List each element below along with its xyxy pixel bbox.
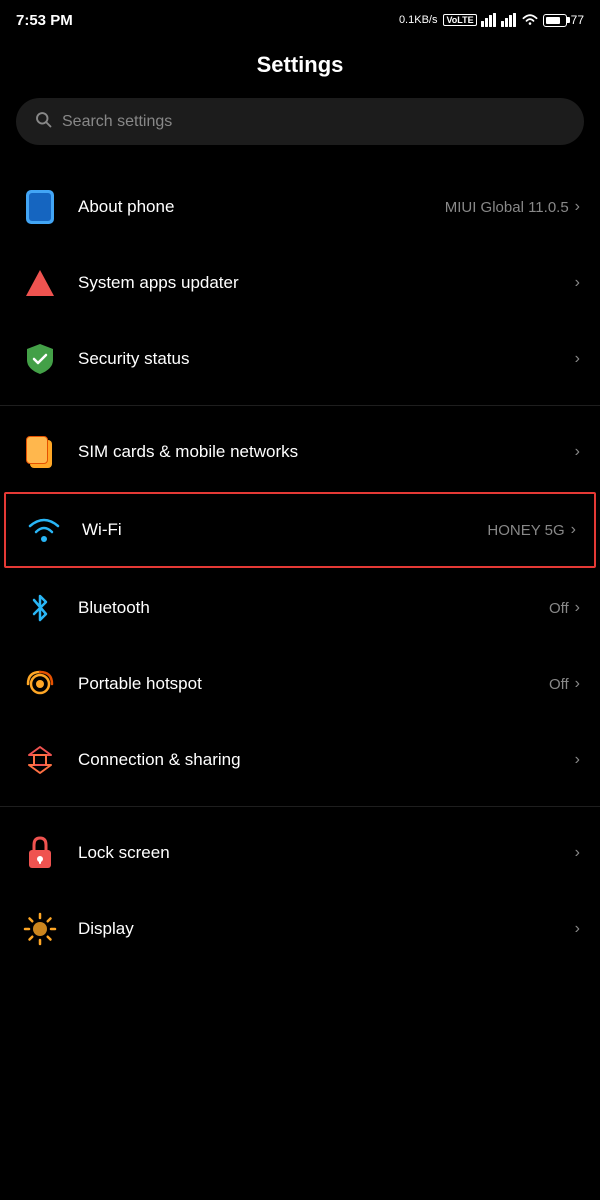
settings-group-connectivity: SIM cards & mobile networks › Wi-Fi HONE… xyxy=(0,414,600,798)
status-icons: 0.1KB/s VoLTE 77 xyxy=(399,13,584,27)
connection-sharing-chevron: › xyxy=(575,751,580,769)
display-icon xyxy=(20,909,60,949)
lock-screen-icon xyxy=(20,833,60,873)
settings-item-display[interactable]: Display › xyxy=(0,891,600,967)
about-phone-label: About phone xyxy=(78,197,174,217)
volte-icon: VoLTE xyxy=(443,14,476,26)
settings-item-bluetooth[interactable]: Bluetooth Off › xyxy=(0,570,600,646)
battery-icon: 77 xyxy=(543,13,584,27)
security-status-label: Security status xyxy=(78,349,190,369)
display-chevron: › xyxy=(575,920,580,938)
settings-item-connection-sharing[interactable]: Connection & sharing › xyxy=(0,722,600,798)
settings-group-personalization: Lock screen › Display › xyxy=(0,815,600,967)
security-status-chevron: › xyxy=(575,350,580,368)
divider-2 xyxy=(0,806,600,807)
sim-cards-icon xyxy=(20,432,60,472)
hotspot-icon xyxy=(20,664,60,704)
lock-screen-label: Lock screen xyxy=(78,843,170,863)
wifi-chevron: › xyxy=(571,521,576,539)
lock-screen-chevron: › xyxy=(575,844,580,862)
connection-sharing-icon xyxy=(20,740,60,780)
search-bar[interactable]: Search settings xyxy=(16,98,584,145)
battery-percent: 77 xyxy=(571,13,584,27)
settings-group-system: About phone MIUI Global 11.0.5 › System … xyxy=(0,169,600,397)
settings-item-about-phone[interactable]: About phone MIUI Global 11.0.5 › xyxy=(0,169,600,245)
page-title: Settings xyxy=(0,36,600,98)
system-apps-label: System apps updater xyxy=(78,273,239,293)
system-apps-icon xyxy=(20,263,60,303)
security-status-icon xyxy=(20,339,60,379)
network-speed: 0.1KB/s xyxy=(399,14,438,26)
portable-hotspot-value: Off xyxy=(549,676,569,693)
signal-icon-2 xyxy=(501,13,517,27)
wifi-label: Wi-Fi xyxy=(82,520,122,540)
signal-icon-1 xyxy=(481,13,497,27)
settings-item-sim-cards[interactable]: SIM cards & mobile networks › xyxy=(0,414,600,490)
search-icon xyxy=(34,110,52,133)
system-apps-chevron: › xyxy=(575,274,580,292)
bluetooth-value: Off xyxy=(549,600,569,617)
bluetooth-icon xyxy=(20,588,60,628)
portable-hotspot-chevron: › xyxy=(575,675,580,693)
wifi-value: HONEY 5G xyxy=(487,522,564,539)
wifi-icon xyxy=(24,510,64,550)
about-phone-value: MIUI Global 11.0.5 xyxy=(445,199,569,216)
display-label: Display xyxy=(78,919,134,939)
settings-item-system-apps-updater[interactable]: System apps updater › xyxy=(0,245,600,321)
settings-item-portable-hotspot[interactable]: Portable hotspot Off › xyxy=(0,646,600,722)
connection-sharing-label: Connection & sharing xyxy=(78,750,241,770)
sim-cards-label: SIM cards & mobile networks xyxy=(78,442,298,462)
status-bar: 7:53 PM 0.1KB/s VoLTE xyxy=(0,0,600,36)
settings-item-wifi[interactable]: Wi-Fi HONEY 5G › xyxy=(4,492,596,568)
settings-item-lock-screen[interactable]: Lock screen › xyxy=(0,815,600,891)
about-phone-chevron: › xyxy=(575,198,580,216)
status-time: 7:53 PM xyxy=(16,12,73,29)
about-phone-icon xyxy=(20,187,60,227)
search-placeholder: Search settings xyxy=(62,113,172,131)
bluetooth-label: Bluetooth xyxy=(78,598,150,618)
divider-1 xyxy=(0,405,600,406)
settings-item-security-status[interactable]: Security status › xyxy=(0,321,600,397)
wifi-status-icon xyxy=(521,13,539,27)
bluetooth-chevron: › xyxy=(575,599,580,617)
sim-cards-chevron: › xyxy=(575,443,580,461)
portable-hotspot-label: Portable hotspot xyxy=(78,674,202,694)
